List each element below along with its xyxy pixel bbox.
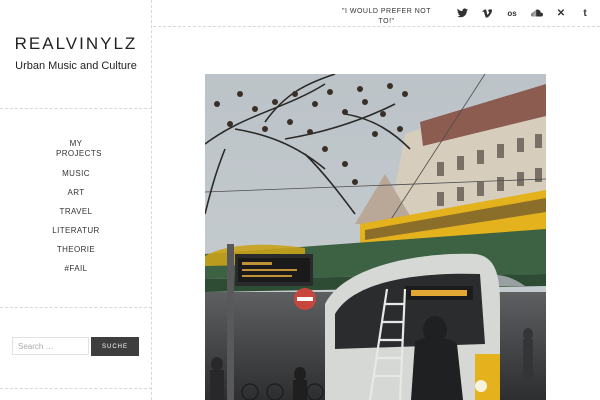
nav-item-literatur[interactable]: LITERATUR: [0, 226, 152, 236]
xing-icon[interactable]: ✕: [555, 7, 567, 19]
tumblr-icon[interactable]: t: [579, 7, 591, 19]
nav-item-my-projects[interactable]: MY PROJECTS: [56, 139, 101, 159]
lastfm-icon[interactable]: os: [506, 7, 518, 19]
sidebar: REALVINYLZ Urban Music and Culture MY PR…: [0, 0, 152, 400]
tagline: "I WOULD PREFER NOT TO!": [342, 8, 431, 25]
site-title[interactable]: REALVINYLZ: [0, 34, 152, 54]
nav-item-music[interactable]: MUSIC: [0, 169, 152, 179]
divider: [0, 388, 152, 389]
soundcloud-icon[interactable]: [531, 7, 543, 19]
search-input[interactable]: [12, 337, 89, 355]
nav-item-fail[interactable]: #FAIL: [0, 264, 152, 274]
divider: [0, 307, 152, 308]
nav-item-theorie[interactable]: THEORIE: [0, 245, 152, 255]
top-bar: "I WOULD PREFER NOT TO!" os ✕ t: [153, 0, 600, 27]
main-nav: MY PROJECTS MUSIC ART TRAVEL LITERATUR T…: [0, 139, 152, 274]
site-description: Urban Music and Culture: [15, 60, 137, 72]
post-featured-image[interactable]: [205, 74, 546, 400]
vimeo-icon[interactable]: [481, 7, 493, 19]
twitter-icon[interactable]: [456, 7, 468, 19]
nav-item-art[interactable]: ART: [0, 188, 152, 198]
search-button[interactable]: SUCHE: [91, 337, 139, 356]
nav-item-travel[interactable]: TRAVEL: [0, 207, 152, 217]
divider: [0, 108, 152, 109]
